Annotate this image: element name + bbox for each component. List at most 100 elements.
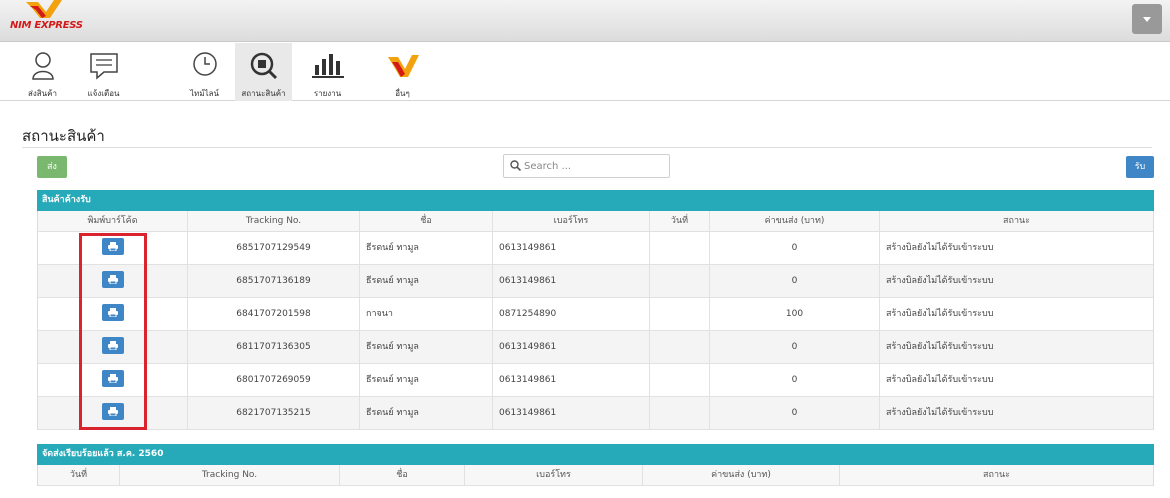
delivered-panel-header: จัดส่งเรียบร้อยแล้ว ส.ค. 2560	[37, 444, 1154, 465]
main-toolbar: ส่งสินค้า แจ้งเตือน ไทม์ไลน์ สถานะสินค้า	[0, 43, 1170, 101]
send-button[interactable]: ส่ง	[37, 156, 67, 178]
print-barcode-button[interactable]	[101, 238, 124, 255]
phone-cell: 0613149861	[493, 364, 650, 396]
name-cell: ธีรดนย์ ทามูล	[360, 397, 493, 429]
name-cell: ธีรดนย์ ทามูล	[360, 331, 493, 363]
table-row: 6821707135215 ธีรดนย์ ทามูล 0613149861 0 สร้…	[38, 397, 1153, 430]
toolbar-item-status[interactable]: สถานะสินค้า	[235, 43, 292, 101]
search-input[interactable]	[524, 158, 664, 174]
delivered-table: วันที่ Tracking No. ชื่อ เบอร์โทร ค่าขนส…	[37, 465, 1154, 486]
print-barcode-button[interactable]	[101, 403, 124, 420]
print-cell	[38, 232, 188, 264]
print-barcode-button[interactable]	[101, 370, 124, 387]
column-header: Tracking No.	[120, 465, 340, 485]
printer-icon	[107, 374, 118, 383]
tracking-cell: 6841707201598	[188, 298, 360, 330]
fee-cell: 0	[710, 364, 880, 396]
status-cell: สร้างบิลยังไม่ได้รับเข้าระบบ	[886, 375, 994, 385]
column-header: สถานะ	[840, 465, 1153, 485]
fee-cell: 0	[710, 265, 880, 297]
logo-text: NIM EXPRESS	[10, 20, 83, 31]
phone-cell: 0871254890	[493, 298, 650, 330]
phone-cell: 0613149861	[493, 232, 650, 264]
table-row: 6811707136305 ธีรดนย์ ทามูล 0613149861 0 สร้…	[38, 331, 1153, 364]
date-cell	[650, 298, 710, 330]
status-cell: สร้างบิลยังไม่ได้รับเข้าระบบ	[880, 397, 1153, 429]
toolbar-item-others[interactable]: อื่นๆ	[374, 43, 431, 101]
printer-icon	[107, 308, 118, 317]
date-cell	[650, 331, 710, 363]
column-header: Tracking No.	[188, 211, 360, 231]
print-cell	[38, 265, 188, 297]
nim-logo-icon	[387, 55, 419, 77]
toolbar-item-timeline[interactable]: ไทม์ไลน์	[176, 43, 233, 101]
table-header-row: วันที่ Tracking No. ชื่อ เบอร์โทร ค่าขนส…	[38, 465, 1153, 486]
tracking-cell: 6821707135215	[188, 397, 360, 429]
column-header: พิมพ์บาร์โค้ด	[38, 211, 188, 231]
column-header: ชื่อ	[340, 465, 465, 485]
print-barcode-button[interactable]	[101, 271, 124, 288]
search-icon	[510, 160, 521, 171]
name-cell: ธีรดนย์ ทามูล	[360, 232, 493, 264]
date-cell	[650, 232, 710, 264]
date-cell	[650, 397, 710, 429]
clock-icon	[192, 52, 217, 76]
toolbar-label: ส่งสินค้า	[28, 89, 57, 98]
pending-panel-header: สินค้าค้างรับ	[37, 190, 1154, 211]
print-cell	[38, 298, 188, 330]
print-barcode-button[interactable]	[101, 304, 124, 321]
fee-cell: 0	[710, 232, 880, 264]
package-search-icon	[250, 52, 277, 80]
menu-dropdown-button[interactable]	[1132, 4, 1162, 34]
table-row: 6801707269059 ธีรดนย์ ทามูล 0613149861 0 สร้…	[38, 364, 1153, 397]
status-cell: สร้างบิลยังไม่ได้รับเข้าระบบ	[880, 331, 1153, 363]
phone-cell: 0613149861	[493, 265, 650, 297]
phone-cell: 0613149861	[493, 397, 650, 429]
tracking-cell: 6851707136189	[188, 265, 360, 297]
print-barcode-button[interactable]	[101, 337, 124, 354]
column-header: เบอร์โทร	[465, 465, 643, 485]
printer-icon	[107, 242, 118, 251]
toolbar-item-send[interactable]: ส่งสินค้า	[14, 43, 71, 101]
column-header: ค่าขนส่ง (บาท)	[710, 211, 880, 231]
column-header: เบอร์โทร	[493, 211, 650, 231]
printer-icon	[107, 341, 118, 350]
tracking-cell: 6851707129549	[188, 232, 360, 264]
status-cell: สร้างบิลยังไม่ได้รับเข้าระบบ	[886, 309, 994, 319]
tracking-cell: 6801707269059	[188, 364, 360, 396]
toolbar-label: รายงาน	[313, 89, 342, 98]
toolbar-label: สถานะสินค้า	[241, 89, 286, 98]
column-header: ชื่อ	[360, 211, 493, 231]
toolbar-item-notifications[interactable]: แจ้งเตือน	[75, 43, 132, 101]
phone-cell: 0613149861	[493, 331, 650, 363]
column-header: สถานะ	[880, 211, 1153, 231]
fee-cell: 0	[710, 331, 880, 363]
pending-table: พิมพ์บาร์โค้ด Tracking No. ชื่อ เบอร์โทร…	[37, 211, 1154, 430]
name-cell: ธีรดนย์ ทามูล	[360, 265, 493, 297]
message-icon	[89, 53, 118, 80]
name-cell: กาจนา	[360, 298, 493, 330]
print-cell	[38, 331, 188, 363]
printer-icon	[107, 275, 118, 284]
nim-express-logo[interactable]: NIM EXPRESS	[10, 0, 100, 38]
toolbar-label: อื่นๆ	[395, 89, 410, 98]
search-box	[503, 154, 670, 178]
column-header: ค่าขนส่ง (บาท)	[643, 465, 840, 485]
column-header: วันที่	[38, 465, 120, 485]
toolbar-label: ไทม์ไลน์	[190, 89, 219, 98]
toolbar-item-report[interactable]: รายงาน	[299, 43, 356, 101]
print-cell	[38, 364, 188, 396]
top-bar: NIM EXPRESS	[0, 0, 1170, 42]
receive-button[interactable]: รับ	[1126, 156, 1154, 178]
date-cell	[650, 265, 710, 297]
divider	[22, 147, 1152, 148]
printer-icon	[107, 407, 118, 416]
status-cell: สร้างบิลยังไม่ได้รับเข้าระบบ	[880, 265, 1153, 297]
status-cell: สร้างบิลยังไม่ได้รับเข้าระบบ	[886, 243, 994, 253]
page-title: สถานะสินค้า	[22, 127, 105, 145]
toolbar-label: แจ้งเตือน	[87, 89, 120, 98]
fee-cell: 0	[710, 397, 880, 429]
user-icon	[31, 52, 54, 80]
column-header: วันที่	[650, 211, 710, 231]
table-header-row: พิมพ์บาร์โค้ด Tracking No. ชื่อ เบอร์โทร…	[38, 211, 1153, 232]
